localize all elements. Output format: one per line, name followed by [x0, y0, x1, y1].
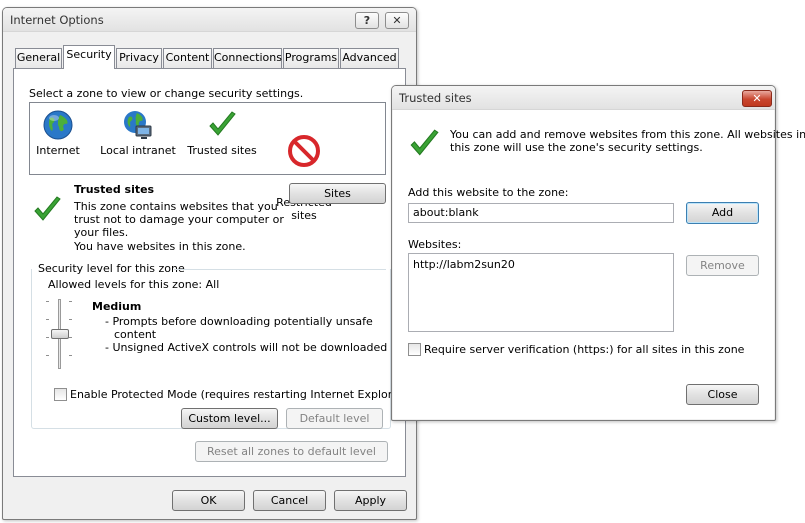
help-button[interactable]: ?: [355, 12, 379, 29]
zone-info-checkmark-icon: [31, 194, 63, 229]
remove-button: Remove: [686, 255, 759, 276]
level-bullet-2: - Unsigned ActiveX controls will not be …: [105, 341, 388, 354]
zone-info-desc-4: You have websites in this zone.: [74, 240, 246, 253]
zone-trusted-sites[interactable]: Trusted sites: [187, 109, 257, 157]
slider-tick: [46, 337, 49, 338]
close-button[interactable]: ✕: [385, 12, 409, 29]
require-https-label: Require server verification (https:) for…: [424, 343, 745, 356]
apply-button[interactable]: Apply: [334, 490, 407, 511]
sites-button[interactable]: Sites: [289, 183, 386, 204]
slider-tick: [69, 319, 72, 320]
restricted-icon: [268, 135, 340, 167]
reset-all-zones-button: Reset all zones to default level: [195, 441, 388, 462]
dialog-close-button[interactable]: ✕: [742, 90, 772, 107]
slider-tick: [46, 319, 49, 320]
zone-local-intranet[interactable]: Local intranet: [98, 109, 178, 157]
zone-label: Internet: [36, 144, 80, 157]
level-bullet-1-cont: content: [114, 328, 157, 341]
security-tab-page: Select a zone to view or change security…: [13, 68, 408, 477]
zone-restricted-sites[interactable]: Restricted sites: [268, 109, 340, 222]
slider-tick: [69, 337, 72, 338]
slider-tick: [69, 355, 72, 356]
zone-prompt: Select a zone to view or change security…: [29, 87, 304, 100]
default-level-button: Default level: [286, 408, 383, 429]
tab-general[interactable]: General: [15, 48, 62, 68]
protected-mode-label: Enable Protected Mode (requires restarti…: [70, 388, 408, 401]
zone-label: Local intranet: [100, 144, 176, 157]
websites-list[interactable]: http://labm2sun20: [408, 253, 674, 332]
zone-info-desc-3: your files.: [74, 226, 129, 239]
protected-mode-checkbox[interactable]: [54, 388, 67, 401]
network-globe-icon: [98, 109, 178, 141]
info-checkmark-icon: [407, 127, 441, 164]
zone-info-desc-2: trust not to damage your computer or: [74, 213, 284, 226]
add-website-input[interactable]: about:blank: [408, 203, 674, 223]
cancel-button[interactable]: Cancel: [253, 490, 326, 511]
require-https-checkbox[interactable]: [408, 343, 421, 356]
tab-privacy[interactable]: Privacy: [116, 48, 162, 68]
add-website-label: Add this website to the zone:: [408, 186, 569, 199]
zone-info-desc-1: This zone contains websites that you: [74, 200, 278, 213]
info-text-2: this zone will use the zone's security s…: [450, 141, 703, 154]
security-level-slider[interactable]: [44, 297, 74, 371]
close-dialog-button[interactable]: Close: [686, 384, 759, 405]
info-text-1: You can add and remove websites from thi…: [450, 128, 805, 141]
websites-label: Websites:: [408, 238, 462, 251]
list-item[interactable]: http://labm2sun20: [413, 258, 669, 272]
trusted-sites-dialog: Trusted sites ✕ You can add and remove w…: [391, 85, 805, 421]
zone-internet[interactable]: Internet: [34, 109, 82, 157]
zone-list[interactable]: Internet Local intranet Trusted sites si…: [29, 102, 386, 222]
slider-tick: [46, 301, 49, 302]
globe-icon: [34, 109, 82, 141]
tab-content[interactable]: Content: [163, 48, 212, 68]
checkmark-icon: [187, 109, 257, 141]
tab-security[interactable]: Security: [63, 45, 115, 69]
dialog-title-bar[interactable]: Trusted sites ✕: [392, 86, 775, 110]
zone-info-title: Trusted sites: [74, 183, 155, 196]
ok-button[interactable]: OK: [172, 490, 245, 511]
level-bullet-1: - Prompts before downloading potentially…: [105, 315, 373, 328]
slider-tick: [69, 301, 72, 302]
window-title: Internet Options: [10, 13, 104, 27]
tab-connections[interactable]: Connections: [213, 48, 282, 68]
tab-programs[interactable]: Programs: [283, 48, 339, 68]
allowed-levels-label: Allowed levels for this zone: All: [48, 278, 220, 291]
zone-label: Trusted sites: [187, 144, 257, 157]
internet-options-window: Internet Options ? ✕ General Security Pr…: [2, 7, 417, 520]
slider-thumb[interactable]: [51, 329, 69, 339]
tab-advanced[interactable]: Advanced: [340, 48, 399, 68]
title-bar[interactable]: Internet Options ? ✕: [3, 8, 416, 32]
add-button[interactable]: Add: [686, 202, 759, 224]
slider-tick: [46, 355, 49, 356]
level-name: Medium: [92, 300, 142, 313]
custom-level-button[interactable]: Custom level...: [181, 408, 278, 429]
dialog-body: You can add and remove websites from thi…: [393, 110, 805, 419]
dialog-title: Trusted sites: [399, 91, 472, 105]
